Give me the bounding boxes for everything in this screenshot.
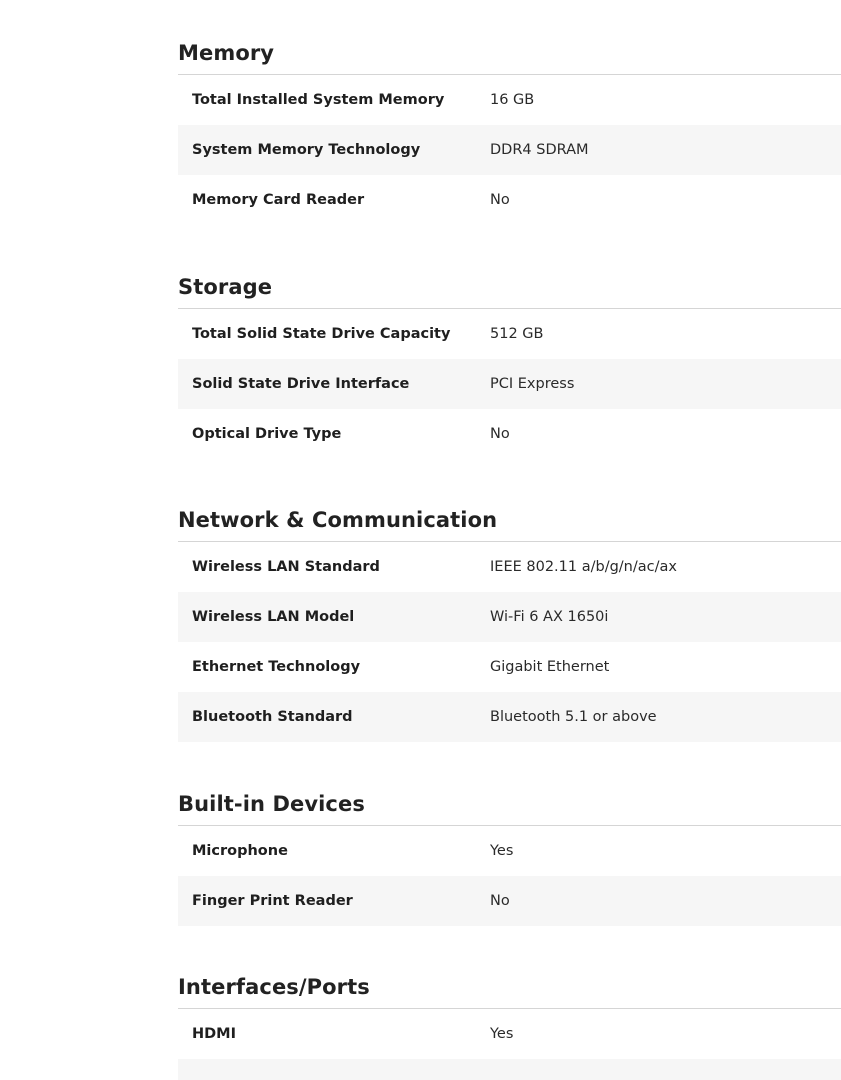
- spec-label: Solid State Drive Interface: [192, 376, 410, 392]
- spec-label: Wireless LAN Model: [192, 609, 355, 625]
- spec-row: Finger Print Reader No: [178, 876, 841, 926]
- section-title: Interfaces/Ports: [178, 972, 841, 1009]
- interfaces-ports-section: Interfaces/Ports HDMI Yes: [178, 972, 841, 1080]
- spec-row: Wireless LAN Model Wi-Fi 6 AX 1650i: [178, 592, 841, 642]
- spec-row: System Memory Technology DDR4 SDRAM: [178, 125, 841, 175]
- section-title: Built-in Devices: [178, 789, 841, 826]
- spec-label: Wireless LAN Standard: [192, 559, 380, 575]
- spec-label: Memory Card Reader: [192, 192, 365, 208]
- section-title: Network & Communication: [178, 505, 841, 542]
- section-title: Storage: [178, 272, 841, 309]
- spec-value: Bluetooth 5.1 or above: [490, 709, 657, 725]
- spec-value: 16 GB: [490, 92, 535, 108]
- memory-section: Memory Total Installed System Memory 16 …: [178, 38, 841, 225]
- spec-value: No: [490, 192, 510, 208]
- spec-value: PCI Express: [490, 376, 575, 392]
- spec-value: 512 GB: [490, 326, 544, 342]
- spec-label: Optical Drive Type: [192, 426, 342, 442]
- section-title: Memory: [178, 38, 841, 75]
- spec-value: Wi-Fi 6 AX 1650i: [490, 609, 609, 625]
- spec-value: Yes: [490, 1026, 514, 1042]
- spec-label: Bluetooth Standard: [192, 709, 353, 725]
- spec-label: Microphone: [192, 843, 288, 859]
- spec-row: Bluetooth Standard Bluetooth 5.1 or abov…: [178, 692, 841, 742]
- storage-section: Storage Total Solid State Drive Capacity…: [178, 272, 841, 459]
- spec-value: DDR4 SDRAM: [490, 142, 589, 158]
- spec-label: HDMI: [192, 1026, 236, 1042]
- network-communication-section: Network & Communication Wireless LAN Sta…: [178, 505, 841, 742]
- specifications-page: Memory Total Installed System Memory 16 …: [0, 0, 841, 1080]
- spec-row: Solid State Drive Interface PCI Express: [178, 359, 841, 409]
- spec-row: HDMI Yes: [178, 1009, 841, 1059]
- spec-label: Total Installed System Memory: [192, 92, 445, 108]
- spec-row: Optical Drive Type No: [178, 409, 841, 459]
- built-in-devices-section: Built-in Devices Microphone Yes Finger P…: [178, 789, 841, 926]
- spec-row: Wireless LAN Standard IEEE 802.11 a/b/g/…: [178, 542, 841, 592]
- spec-label: Ethernet Technology: [192, 659, 361, 675]
- spec-row: Total Installed System Memory 16 GB: [178, 75, 841, 125]
- spec-row: Memory Card Reader No: [178, 175, 841, 225]
- spec-value: No: [490, 893, 510, 909]
- spec-label: System Memory Technology: [192, 142, 421, 158]
- spec-value: Gigabit Ethernet: [490, 659, 610, 675]
- spec-row: [178, 1059, 841, 1080]
- spec-label: Finger Print Reader: [192, 893, 353, 909]
- spec-row: Total Solid State Drive Capacity 512 GB: [178, 309, 841, 359]
- spec-label: Total Solid State Drive Capacity: [192, 326, 451, 342]
- spec-value: IEEE 802.11 a/b/g/n/ac/ax: [490, 559, 677, 575]
- spec-row: Ethernet Technology Gigabit Ethernet: [178, 642, 841, 692]
- spec-row: Microphone Yes: [178, 826, 841, 876]
- spec-value: Yes: [490, 843, 514, 859]
- spec-value: No: [490, 426, 510, 442]
